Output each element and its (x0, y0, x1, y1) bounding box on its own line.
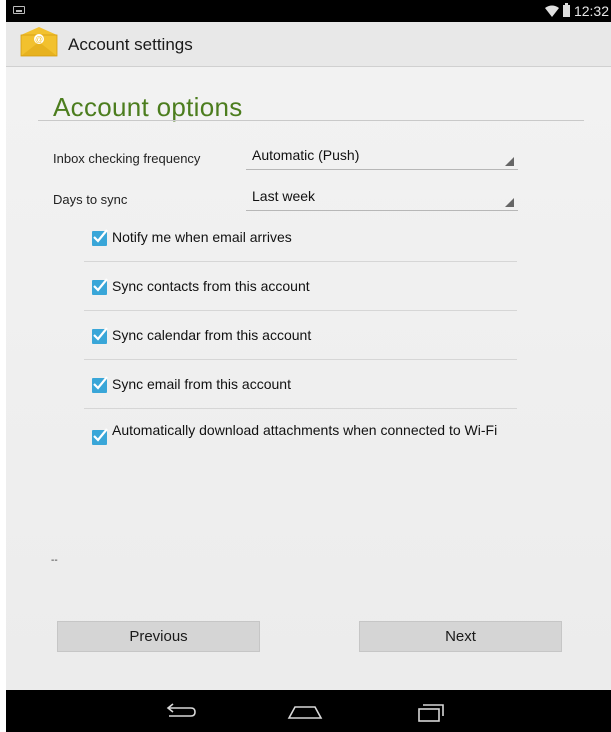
device-screen: 12:32 @ Account settings Account options… (6, 0, 611, 732)
navigation-bar (6, 690, 611, 732)
image-notification-icon (13, 6, 25, 14)
back-icon[interactable] (159, 700, 199, 724)
checkbox-checked-icon[interactable] (92, 327, 108, 344)
days-to-sync-value: Last week (252, 188, 316, 204)
inbox-frequency-value: Automatic (Push) (252, 147, 360, 163)
days-to-sync-spinner[interactable]: Last week (246, 188, 518, 211)
checkbox-checked-icon[interactable] (92, 229, 108, 246)
row-divider (84, 359, 517, 360)
notify-email-checkbox-row[interactable]: Notify me when email arrives (92, 229, 517, 246)
inbox-frequency-label: Inbox checking frequency (53, 151, 201, 166)
section-title: Account options (53, 92, 243, 122)
checkbox-label: Sync contacts from this account (112, 278, 310, 294)
row-divider (84, 261, 517, 262)
clock: 12:32 (573, 3, 609, 19)
checkbox-checked-icon[interactable] (92, 376, 108, 393)
account-options-screen: Account options Inbox checking frequency… (6, 67, 611, 690)
sync-calendar-checkbox-row[interactable]: Sync calendar from this account (92, 327, 517, 344)
checkbox-label: Notify me when email arrives (112, 229, 292, 245)
previous-button[interactable]: Previous (57, 621, 260, 652)
spinner-caret-icon (505, 198, 514, 207)
title-divider (38, 120, 584, 121)
days-to-sync-label: Days to sync (53, 192, 128, 207)
footnote-mark: -- (51, 555, 58, 566)
home-icon[interactable] (285, 700, 325, 724)
battery-icon (562, 3, 570, 17)
email-app-icon[interactable]: @ (18, 26, 60, 58)
row-divider (84, 408, 517, 409)
spinner-caret-icon (505, 157, 514, 166)
checkbox-label: Sync email from this account (112, 376, 291, 392)
row-divider (84, 310, 517, 311)
status-icons: 12:32 (544, 0, 611, 22)
sync-email-checkbox-row[interactable]: Sync email from this account (92, 376, 517, 393)
sync-contacts-checkbox-row[interactable]: Sync contacts from this account (92, 278, 517, 295)
svg-text:@: @ (35, 35, 43, 44)
auto-download-checkbox-row[interactable]: Automatically download attachments when … (92, 423, 517, 445)
status-bar: 12:32 (6, 0, 611, 22)
wifi-icon (544, 5, 559, 17)
action-bar: @ Account settings (6, 22, 611, 67)
inbox-frequency-spinner[interactable]: Automatic (Push) (246, 147, 518, 170)
recent-apps-icon[interactable] (411, 700, 451, 724)
checkbox-label: Sync calendar from this account (112, 327, 312, 343)
next-button[interactable]: Next (359, 621, 562, 652)
checkbox-label: Automatically download attachments when … (112, 422, 498, 438)
action-bar-title: Account settings (68, 35, 193, 54)
checkbox-checked-icon[interactable] (92, 428, 108, 445)
checkbox-checked-icon[interactable] (92, 278, 108, 295)
